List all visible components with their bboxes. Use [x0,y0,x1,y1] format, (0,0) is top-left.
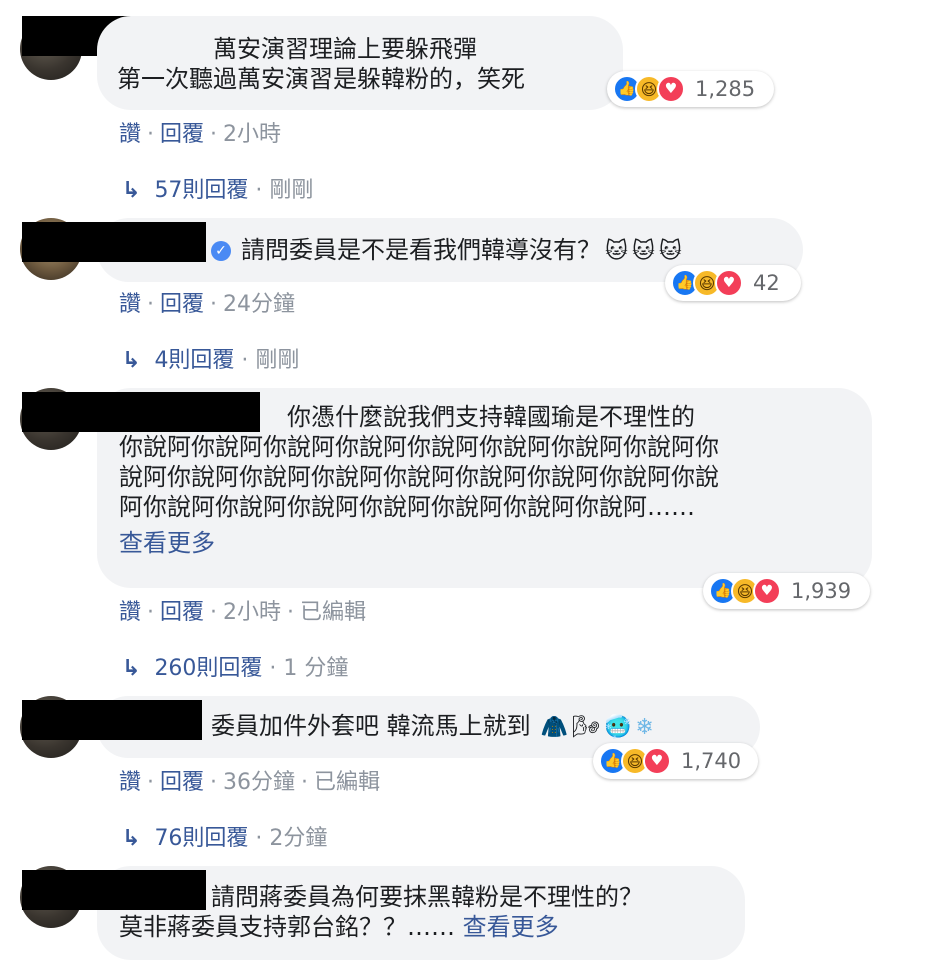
reply-link[interactable]: 回覆 [160,122,204,147]
comment-text-line: 委員加件外套吧 韓流馬上就到 [211,712,531,740]
comment-text-row: 莫非蔣委員支持郭台銘？？…… 查看更多 [119,912,723,942]
reactions-summary[interactable]: 👍 😆 ♥ 1,285 [607,71,774,107]
view-replies[interactable]: ↳ 76則回覆 · 2分鐘 [122,820,327,852]
comment-text-line: 你說阿你說阿你說阿你說阿你說阿你說阿你說阿你說阿你 [119,433,719,461]
separator-dot: · [287,600,295,625]
reply-timestamp: 1 分鐘 [283,656,349,681]
reaction-count: 42 [753,271,780,295]
see-more-link[interactable]: 查看更多 [463,913,559,941]
comment-actions: 讚 · 回覆 · 2小時 · 已編輯 [119,594,366,626]
separator-dot: · [210,292,218,317]
timestamp[interactable]: 24分鐘 [223,292,295,317]
cat-emoji-icon: 🐱 [605,239,628,264]
comment-text-row: ✓ 請問委員是不是看我們韓導沒有？ 🐱 🐱 🐱 [211,235,781,267]
separator-dot: · [301,770,309,795]
comment-bubble: 萬安演習理論上要躲飛彈 第一次聽過萬安演習是躲韓粉的，笑死 [97,16,623,110]
comment-text-line: 你憑什麼說我們支持韓國瑜是不理性的 [287,403,695,431]
reply-link[interactable]: 回覆 [160,770,204,795]
comment-text-line: 第一次聽過萬安演習是躲韓粉的，笑死 [117,65,525,93]
view-replies[interactable]: ↳ 57則回覆 · 剛剛 [122,172,313,204]
comment-text-line: 阿你說阿你說阿你說阿你說阿你說阿你說阿你說阿…… [119,493,695,521]
name-redaction [22,870,206,910]
coat-emoji-icon: 🧥 [540,715,569,740]
love-icon: ♥ [715,269,743,297]
cat-emoji-icon: 🐱 [631,239,655,264]
reaction-count: 1,285 [695,77,756,101]
separator-dot: · [147,770,155,795]
edited-label[interactable]: 已編輯 [300,600,366,625]
like-link[interactable]: 讚 [119,292,141,317]
verified-badge-icon: ✓ [211,241,231,261]
reply-count-link[interactable]: 76則回覆 [154,826,248,851]
comment-text-line: 萬安演習理論上要躲飛彈 [213,35,477,63]
reactions-summary[interactable]: 👍 😆 ♥ 42 [665,265,801,301]
like-link[interactable]: 讚 [119,600,141,625]
name-redaction [22,222,206,262]
view-replies[interactable]: ↳ 4則回覆 · 剛剛 [122,342,299,374]
edited-label[interactable]: 已編輯 [314,770,380,795]
love-icon: ♥ [643,747,671,775]
comment-text-line: 莫非蔣委員支持郭台銘？？…… [119,913,455,941]
reaction-count: 1,740 [681,749,742,773]
comment-text-line: 請問委員是不是看我們韓導沒有？ [241,236,601,264]
separator-dot: · [147,122,155,147]
snowflake-emoji-icon: ❄ [635,715,654,740]
separator-dot: · [147,292,155,317]
comment-actions: 讚 · 回覆 · 36分鐘 · 已編輯 [119,764,380,796]
cat-emoji-icon: 🐱 [658,239,682,264]
comment-actions: 讚 · 回覆 · 24分鐘 [119,286,295,318]
see-more-link[interactable]: 查看更多 [119,528,850,558]
reply-arrow-icon: ↳ [122,348,141,373]
timestamp[interactable]: 36分鐘 [223,770,295,795]
reply-timestamp: 2分鐘 [269,826,328,851]
separator-dot: · [210,770,218,795]
separator-dot: · [248,826,270,851]
love-icon: ♥ [657,75,685,103]
separator-dot: · [262,656,284,681]
separator-dot: · [210,600,218,625]
reply-count-link[interactable]: 57則回覆 [154,178,248,203]
separator-dot: · [147,600,155,625]
wind-emoji-icon: 🌬 [572,715,600,740]
reply-timestamp: 剛剛 [255,348,300,373]
reactions-summary[interactable]: 👍 😆 ♥ 1,740 [593,743,758,779]
reply-arrow-icon: ↳ [122,656,141,681]
reactions-summary[interactable]: 👍 😆 ♥ 1,939 [703,573,870,609]
comment-text-line: 說阿你說阿你說阿你說阿你說阿你說阿你說阿你說阿你說 [119,463,719,491]
like-link[interactable]: 讚 [119,122,141,147]
reply-count-link[interactable]: 260則回覆 [154,656,262,681]
name-redaction [22,700,202,740]
comment-text-line: 請問蔣委員為何要抹黑韓粉是不理性的？ [211,883,643,911]
reply-link[interactable]: 回覆 [160,600,204,625]
reply-arrow-icon: ↳ [122,826,141,851]
name-redaction [22,392,260,432]
comment-actions: 讚 · 回覆 · 2小時 [119,116,281,148]
separator-dot: · [234,348,256,373]
like-link[interactable]: 讚 [119,770,141,795]
separator-dot: · [248,178,270,203]
timestamp[interactable]: 2小時 [223,600,281,625]
timestamp[interactable]: 2小時 [223,122,281,147]
love-icon: ♥ [753,577,781,605]
reply-arrow-icon: ↳ [122,178,141,203]
reply-link[interactable]: 回覆 [160,292,204,317]
separator-dot: · [210,122,218,147]
comment-text-row: 委員加件外套吧 韓流馬上就到 🧥 🌬 🥶 ❄ [211,711,738,743]
view-replies[interactable]: ↳ 260則回覆 · 1 分鐘 [122,650,348,682]
reply-timestamp: 剛剛 [269,178,314,203]
reaction-count: 1,939 [791,579,852,603]
reply-count-link[interactable]: 4則回覆 [154,348,234,373]
cold-face-emoji-icon: 🥶 [603,715,632,740]
